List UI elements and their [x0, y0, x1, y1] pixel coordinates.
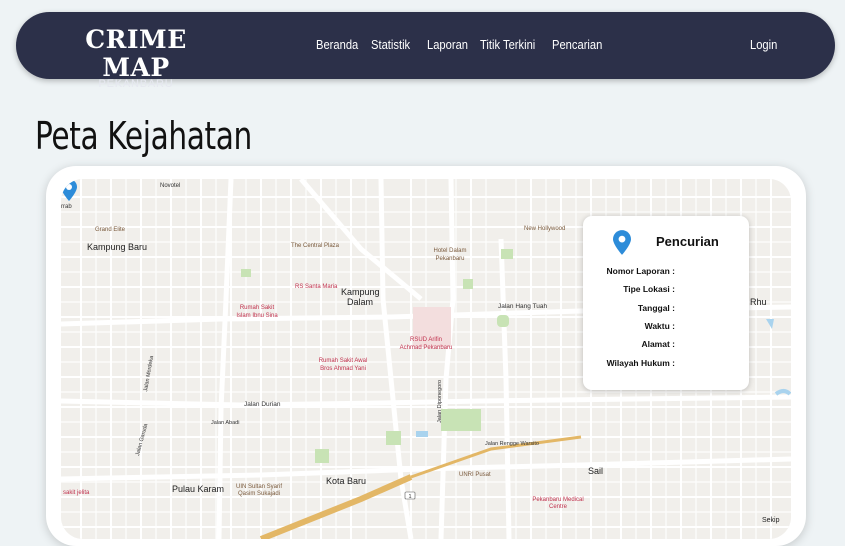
map-label: sakit jelita — [63, 490, 90, 496]
map-label: Grand Elite — [95, 227, 126, 233]
map-label: UIN Sultan Syarif Qasim Sukajadi — [235, 484, 283, 497]
map-pin-icon[interactable] — [61, 179, 77, 201]
login-link[interactable]: Login — [750, 37, 777, 52]
map-label: New Hollywood — [524, 226, 566, 232]
brand-logo[interactable]: CRIME MAP PEKANBARU — [60, 25, 212, 91]
crime-info-popup: Pencurian Nomor Laporan : Tipe Lokasi : … — [583, 216, 749, 390]
field-label-wilayah-hukum: Wilayah Hukum : — [606, 358, 675, 368]
map-label: Novotel — [160, 183, 181, 189]
map-label: rrab — [61, 204, 72, 210]
nav-link-statistik[interactable]: Statistik — [371, 37, 410, 52]
map-label: RSUD Arifin Achmad Pekanbaru — [399, 337, 453, 351]
brand-title: CRIME MAP — [85, 25, 187, 82]
nav-link-beranda[interactable]: Beranda — [316, 37, 358, 52]
map-label: Kampung Dalam — [341, 287, 380, 307]
map-label: Hotel Dalam Pekanbaru — [433, 248, 467, 262]
field-label-waktu: Waktu : — [644, 321, 675, 331]
map-label: Kampung Baru — [87, 242, 148, 252]
field-label-alamat: Alamat : — [641, 339, 675, 349]
map-label: Sekip — [762, 517, 780, 524]
nav-link-pencarian[interactable]: Pencarian — [552, 37, 602, 52]
map-label: Sail — [588, 466, 604, 476]
nav-link-titik-terkini[interactable]: Titik Terkini — [480, 37, 535, 52]
brand-subtitle: PEKANBARU — [98, 78, 174, 90]
map-label: Rumah Sakit Awal Bros Ahmad Yani — [318, 358, 368, 372]
map-label: RS Santa Maria — [295, 284, 338, 290]
map-label: Rumah Sakit Islam Ibnu Sina — [236, 305, 278, 319]
map-label: Pekanbaru Medical Centre — [532, 497, 584, 510]
map-label: Jalan Abadi — [211, 420, 240, 426]
page-title: Peta Kejahatan — [35, 114, 252, 158]
map-label: Jalan Diponegoro — [437, 379, 443, 423]
field-label-nomor-laporan: Nomor Laporan : — [606, 266, 675, 276]
map-label: UNRI Pusat — [459, 472, 491, 478]
map-label: The Central Plaza — [291, 243, 340, 249]
map-label: Pulau Karam — [172, 484, 225, 494]
top-navbar: CRIME MAP PEKANBARU Beranda Statistik La… — [16, 12, 835, 90]
map-pin-icon — [613, 230, 631, 255]
crime-type-title: Pencurian — [656, 234, 719, 249]
map-label: Jalan Rengge Warsito — [485, 441, 539, 447]
map-label: Jalan Durian — [244, 401, 281, 408]
map-label: Rhu — [750, 297, 767, 307]
map-label: Jalan Hang Tuah — [498, 303, 548, 310]
field-label-tanggal: Tanggal : — [637, 303, 675, 313]
map-label: Kota Baru — [326, 476, 367, 486]
field-label-tipe-lokasi: Tipe Lokasi : — [623, 284, 675, 294]
road-shield: 1 — [408, 494, 411, 500]
nav-link-laporan[interactable]: Laporan — [427, 37, 468, 52]
